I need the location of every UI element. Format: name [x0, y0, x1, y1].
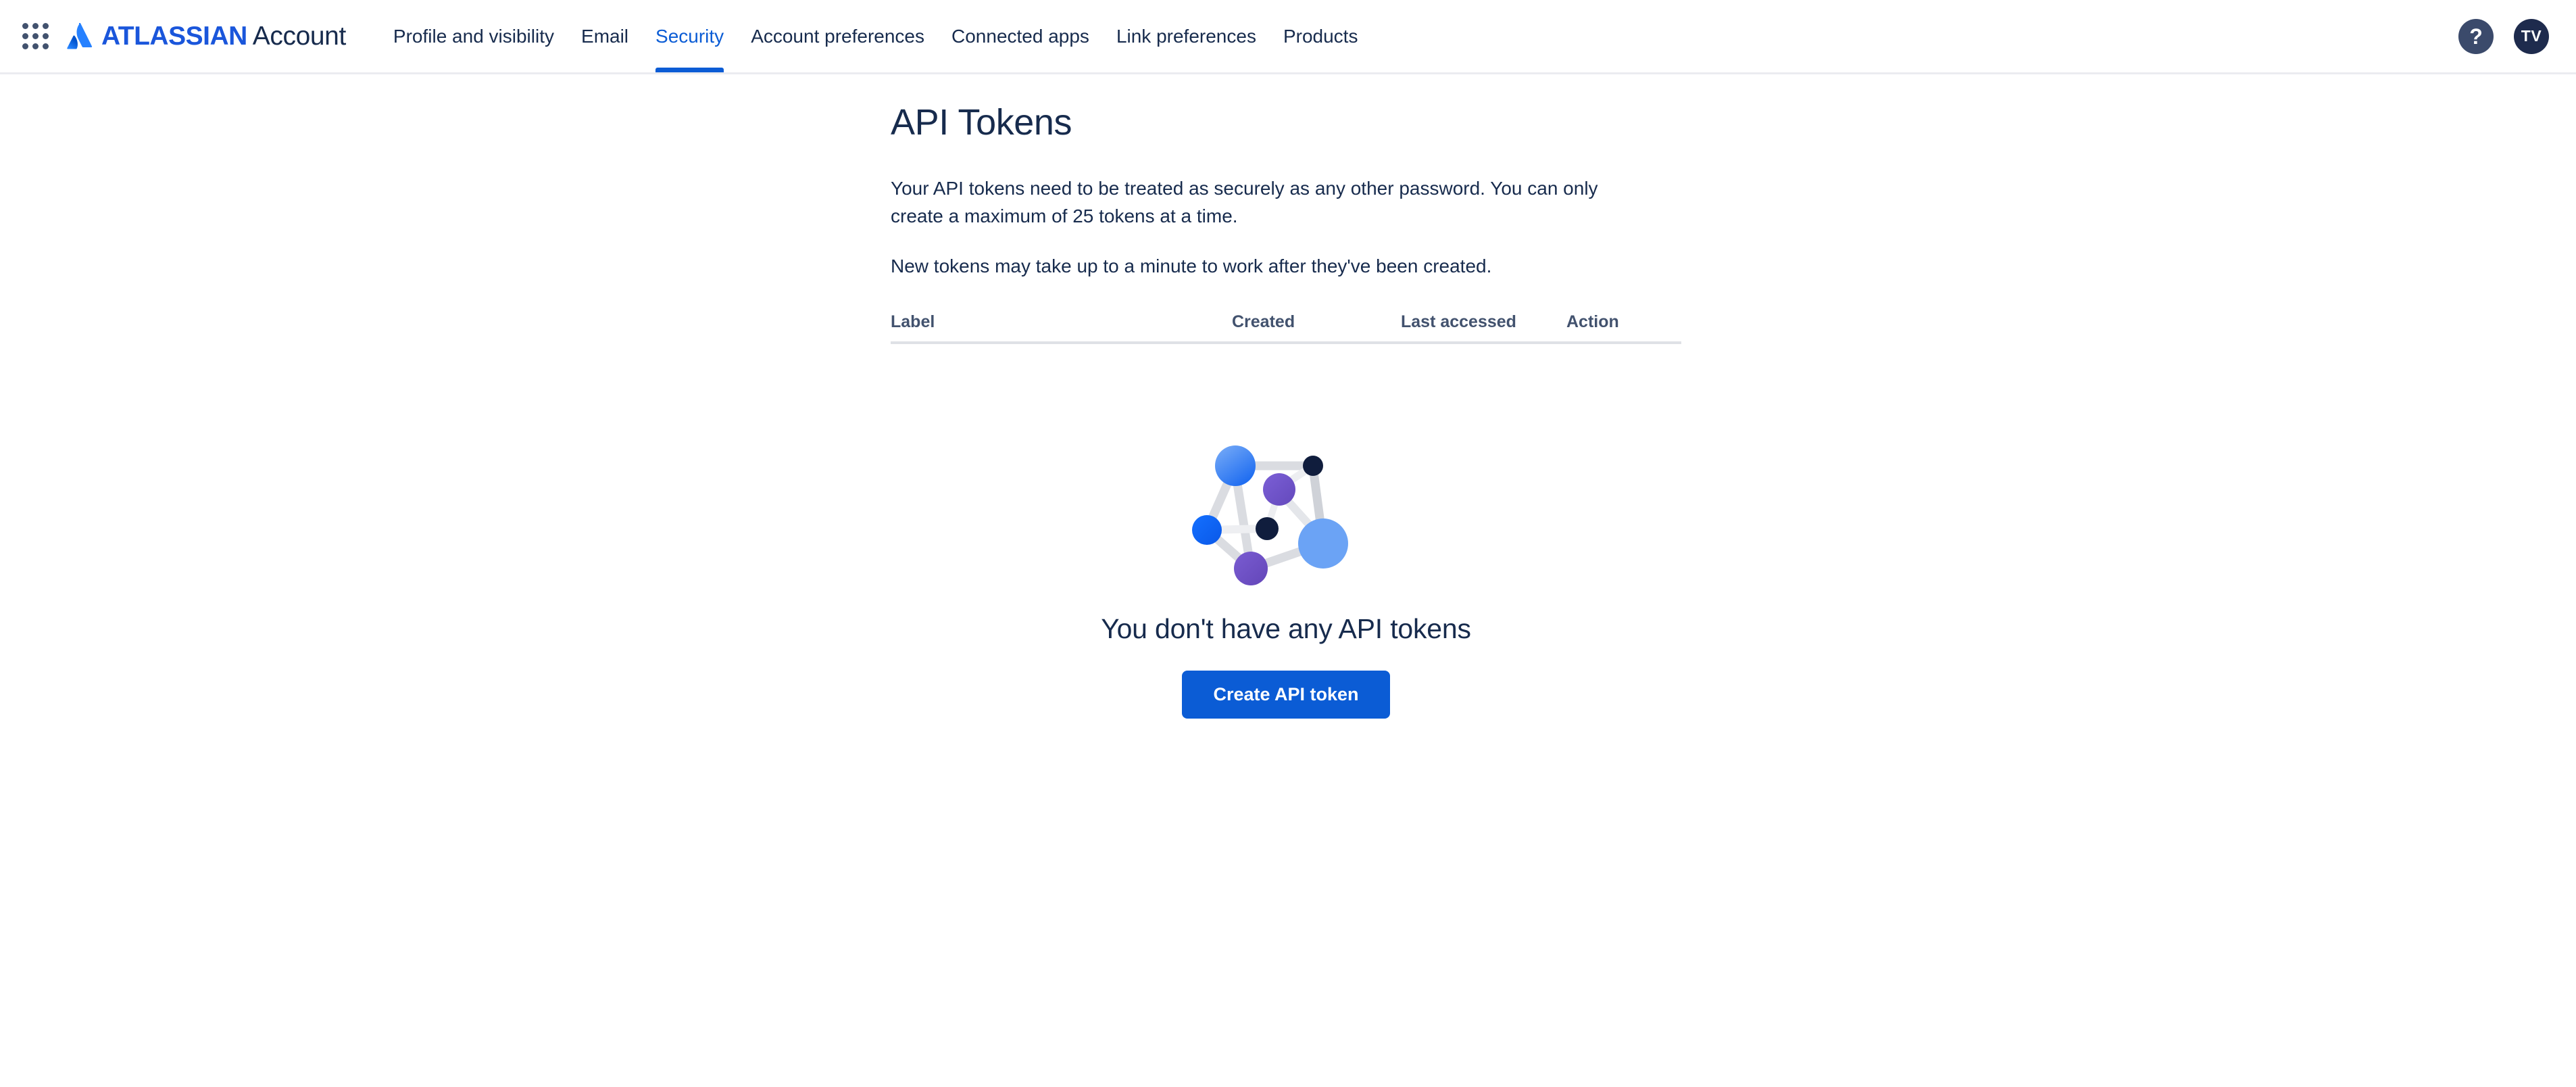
empty-state: You don't have any API tokens Create API…	[891, 439, 1681, 719]
node-top-right	[1303, 456, 1323, 477]
network-nodes-illustration	[1192, 445, 1348, 586]
table-header: Label Created Last accessed Action	[891, 312, 1681, 345]
column-header-label: Label	[891, 312, 1232, 345]
intro-paragraph-1: Your API tokens need to be treated as se…	[891, 178, 1598, 227]
app-switcher-button[interactable]	[16, 18, 54, 55]
empty-state-heading: You don't have any API tokens	[1101, 613, 1471, 645]
column-header-action: Action	[1566, 312, 1681, 345]
nav-item-products[interactable]: Products	[1270, 0, 1372, 72]
node-center-purple	[1263, 473, 1295, 506]
nav-item-email[interactable]: Email	[568, 0, 642, 72]
column-header-last-accessed: Last accessed	[1401, 312, 1566, 345]
brand-product: Account	[252, 21, 347, 51]
primary-nav: Profile and visibility Email Security Ac…	[380, 0, 1372, 72]
intro-paragraph-2: New tokens may take up to a minute to wo…	[891, 255, 1492, 276]
nav-item-account-preferences[interactable]: Account preferences	[737, 0, 938, 72]
top-navigation-bar: ATLASSIAN Account Profile and visibility …	[0, 0, 2576, 74]
help-question-icon[interactable]: ?	[2458, 18, 2494, 54]
nav-item-profile-and-visibility[interactable]: Profile and visibility	[380, 0, 568, 72]
nav-item-link-preferences[interactable]: Link preferences	[1103, 0, 1270, 72]
node-bottom-purple	[1234, 552, 1268, 586]
page-title: API Tokens	[891, 102, 1072, 143]
brand-home-link[interactable]: ATLASSIAN Account	[66, 22, 346, 51]
intro-text: Your API tokens need to be treated as se…	[891, 174, 1634, 280]
api-tokens-table: Label Created Last accessed Action	[891, 312, 1681, 345]
node-left-blue	[1192, 515, 1222, 546]
help-glyph: ?	[2469, 24, 2483, 49]
main-content: API Tokens Your API tokens need to be tr…	[0, 74, 2576, 719]
avatar-initials: TV	[2521, 27, 2542, 45]
column-header-created: Created	[1232, 312, 1401, 345]
create-api-token-button[interactable]: Create API token	[1182, 671, 1390, 719]
brand-name: ATLASSIAN	[101, 21, 247, 51]
nav-right-actions: ? TV	[2458, 18, 2549, 54]
atlassian-logo-icon	[67, 22, 93, 49]
nav-item-connected-apps[interactable]: Connected apps	[938, 0, 1103, 72]
avatar[interactable]: TV	[2514, 18, 2549, 54]
table-header-row: Label Created Last accessed Action	[891, 312, 1681, 345]
node-center-navy	[1256, 517, 1279, 541]
nav-item-security[interactable]: Security	[642, 0, 737, 72]
node-right-large	[1298, 518, 1348, 569]
node-top-left	[1215, 445, 1256, 487]
grid-apps-icon	[22, 23, 49, 49]
brand-text: ATLASSIAN Account	[101, 22, 346, 51]
